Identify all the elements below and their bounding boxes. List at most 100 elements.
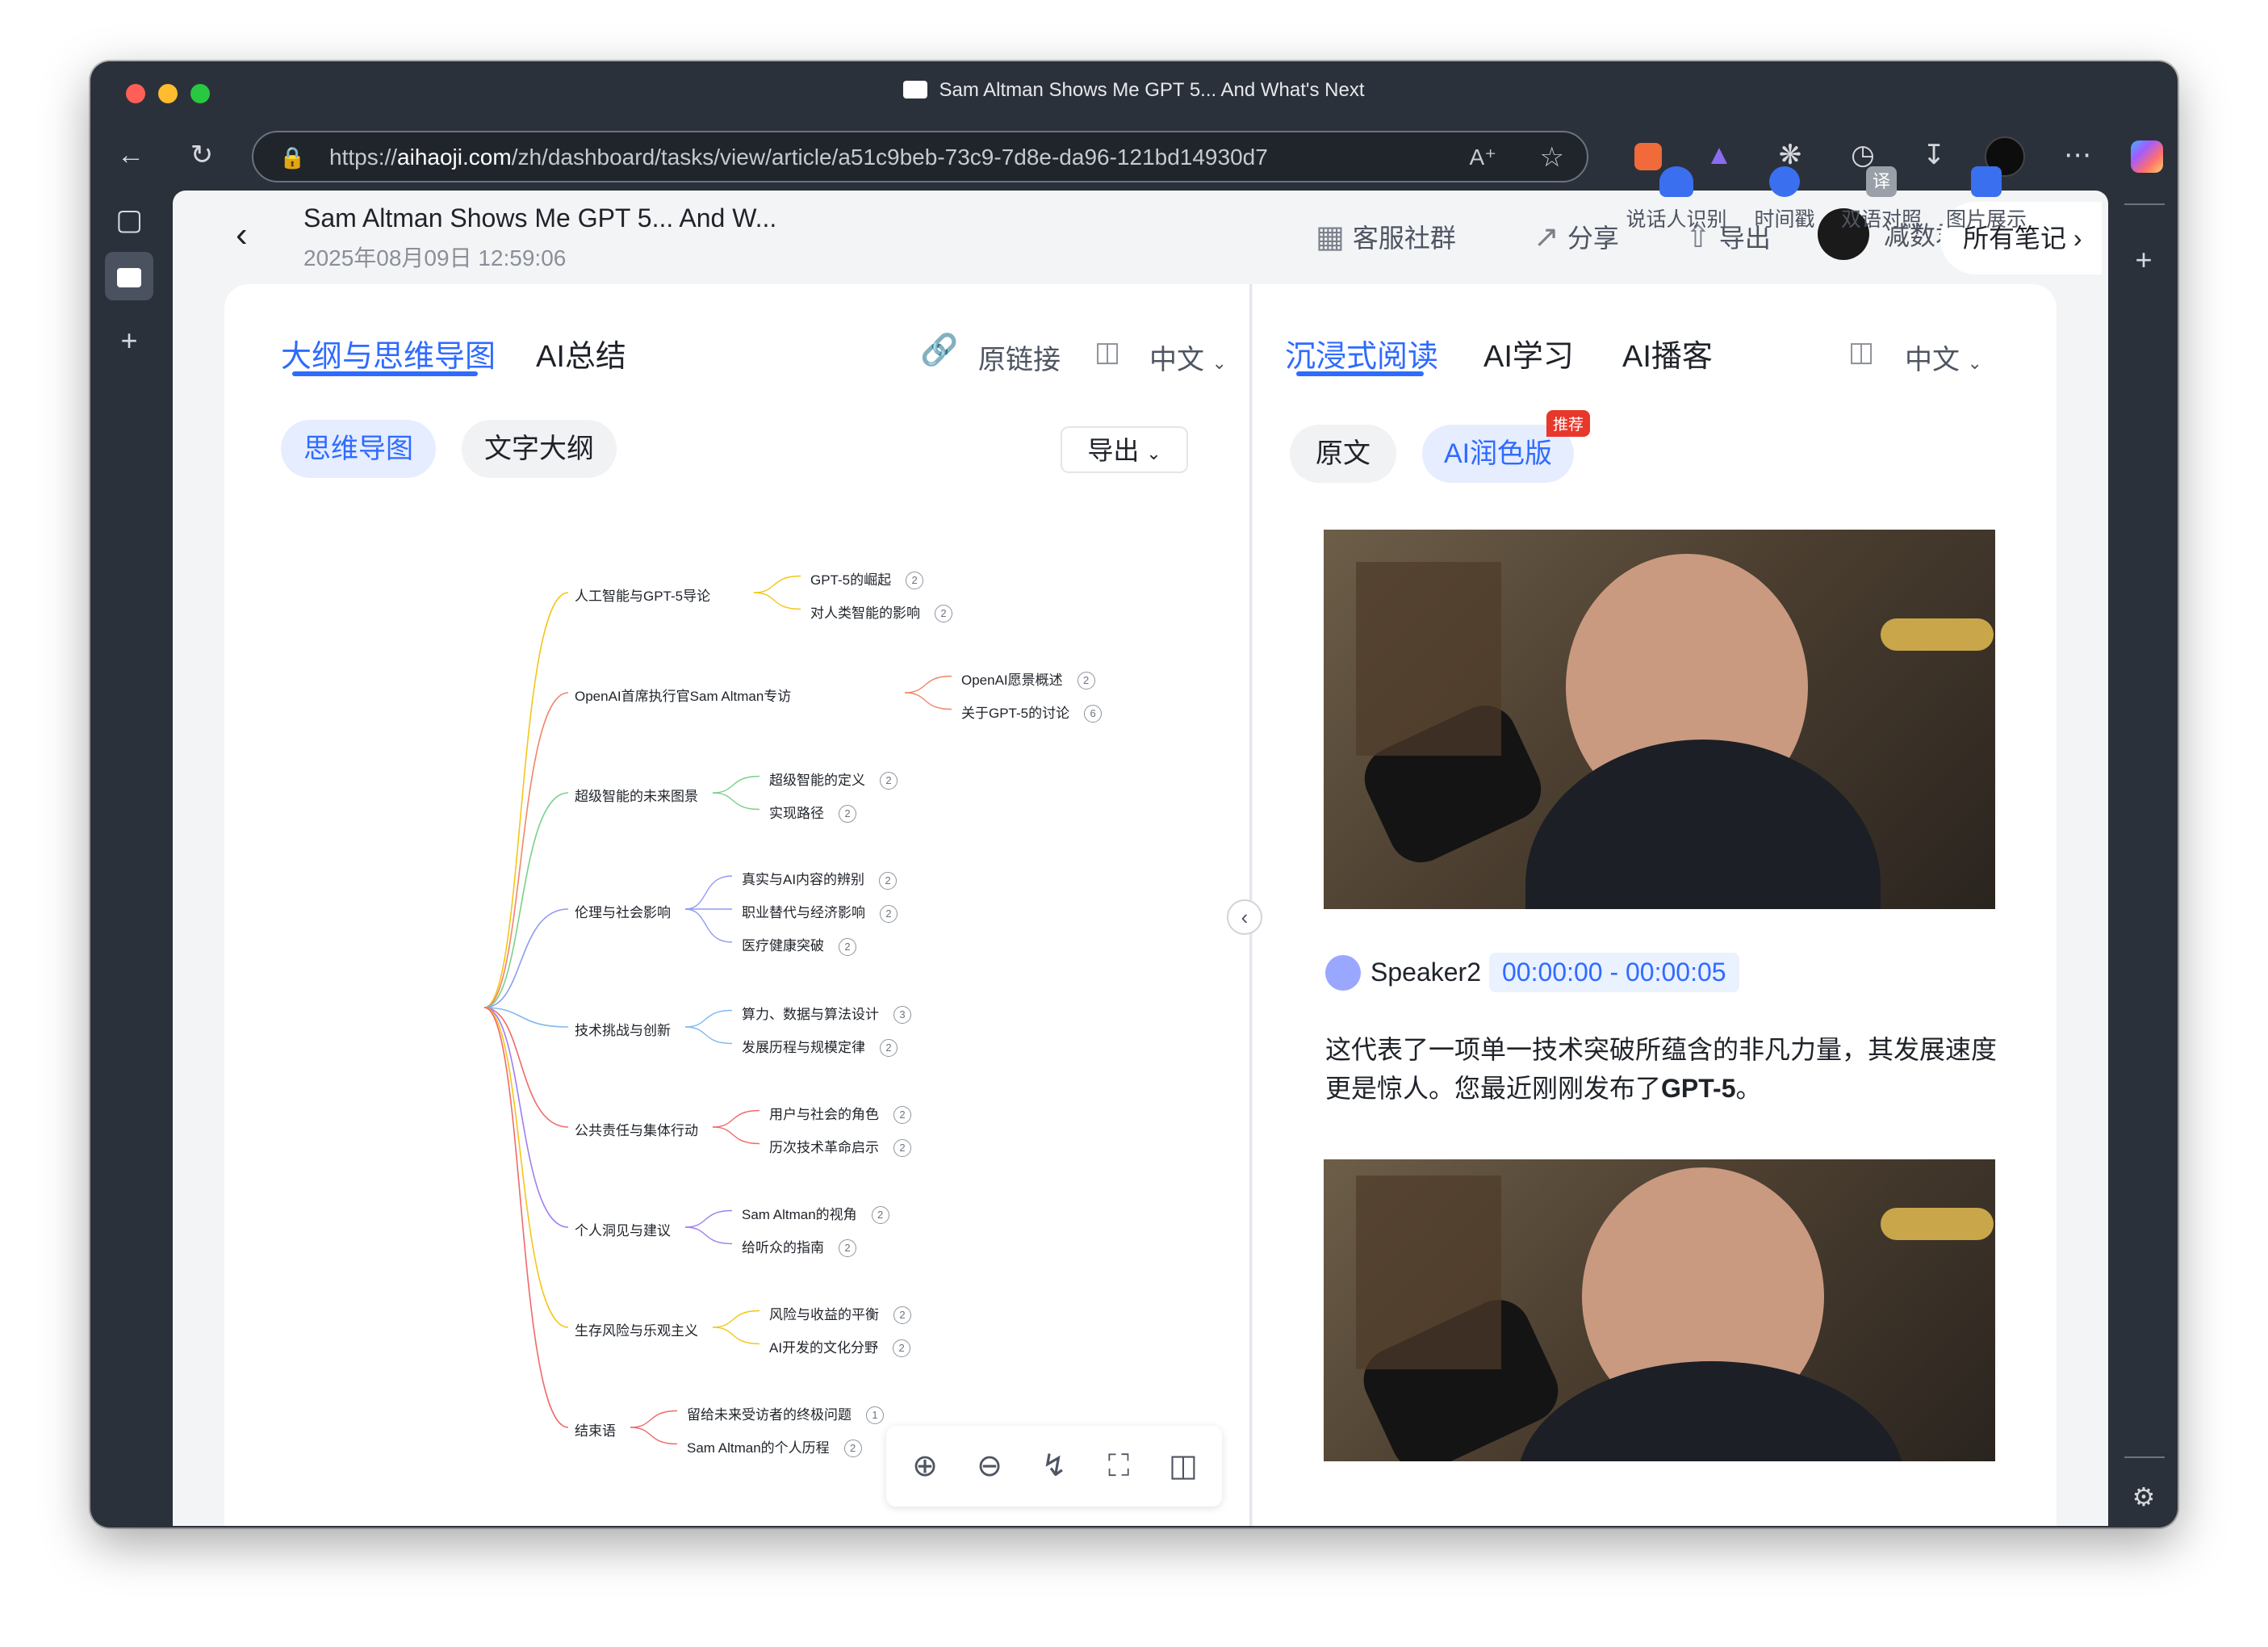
mindmap-child-node[interactable]: AI开发的文化分野 2	[769, 1336, 911, 1358]
right-active-tab-indicator	[1296, 371, 1424, 376]
count-badge[interactable]: 2	[839, 1239, 856, 1258]
count-badge[interactable]: 2	[893, 1106, 911, 1125]
mindmap-node[interactable]: 技术挑战与创新	[575, 1019, 671, 1039]
back-arrow-icon[interactable]: ←	[107, 131, 155, 179]
mindmap-node[interactable]: 人工智能与GPT-5导论	[575, 585, 710, 605]
mindmap-child-node[interactable]: OpenAI愿景概述 2	[961, 668, 1095, 690]
export-dropdown[interactable]: 导出 ⌄	[1061, 426, 1188, 473]
vertical-tab-aihaoji[interactable]	[105, 252, 153, 300]
left-language-select[interactable]: 中文 ⌄	[1149, 337, 1227, 377]
people-icon	[1659, 166, 1693, 197]
new-tab-icon[interactable]: +	[105, 316, 153, 365]
mindmap-child-line	[630, 1427, 678, 1445]
clock-icon	[1769, 166, 1800, 197]
mode-text-outline[interactable]: 文字大纲	[462, 420, 617, 478]
tab-ai-learning[interactable]: AI学习	[1483, 331, 1574, 375]
copilot-icon[interactable]	[2123, 131, 2171, 179]
mindmap-child-label: 给听众的指南	[742, 1239, 824, 1255]
count-badge[interactable]: 2	[880, 772, 898, 790]
original-link-button[interactable]: 原链接	[978, 337, 1061, 377]
mindmap-child-node[interactable]: Sam Altman的视角 2	[742, 1203, 889, 1225]
reload-icon[interactable]: ↻	[178, 131, 226, 179]
mindmap-node[interactable]: 个人洞见与建议	[575, 1219, 671, 1239]
favorite-star-icon[interactable]: ☆	[1540, 132, 1564, 182]
mindmap-child-node[interactable]: 发展历程与规模定律 2	[742, 1036, 898, 1058]
bilingual-tool[interactable]: 译双语对照	[1829, 166, 1934, 233]
mode-mindmap[interactable]: 思维导图	[281, 420, 436, 478]
count-badge[interactable]: 2	[935, 605, 952, 623]
count-badge[interactable]: 2	[839, 805, 856, 824]
add-sidebar-app-icon[interactable]: +	[2119, 236, 2168, 284]
count-badge[interactable]: 6	[1084, 705, 1103, 723]
tab-immersive-reading[interactable]: 沉浸式阅读	[1285, 331, 1438, 375]
mindmap-child-line	[684, 1026, 733, 1045]
count-badge[interactable]: 2	[880, 1039, 898, 1058]
mindmap-child-node[interactable]: Sam Altman的个人历程 2	[687, 1436, 862, 1458]
back-chevron-icon[interactable]: ‹	[236, 215, 248, 255]
count-badge[interactable]: 2	[893, 1339, 911, 1358]
mindmap-child-node[interactable]: 实现路径 2	[769, 802, 856, 824]
count-badge[interactable]: 2	[843, 1440, 862, 1458]
count-badge[interactable]: 2	[906, 572, 924, 590]
mode-original[interactable]: 原文	[1290, 425, 1396, 483]
settings-gear-icon[interactable]: ⚙	[2119, 1473, 2168, 1521]
link-icon: 🔗	[920, 333, 959, 367]
zoom-out-icon[interactable]: ⊖	[972, 1448, 1007, 1484]
browser-tab[interactable]: Sam Altman Shows Me GPT 5... And What's …	[90, 79, 2178, 102]
mindmap-toolbar: ⊕ ⊖ ↯ ⛶ ◫	[886, 1426, 1222, 1507]
read-aloud-icon[interactable]: A⁺	[1470, 132, 1496, 182]
mindmap-node[interactable]: 伦理与社会影响	[575, 901, 671, 921]
mindmap-child-line	[753, 592, 801, 610]
mindmap-child-node[interactable]: 医疗健康突破 2	[742, 934, 856, 956]
fullscreen-icon[interactable]: ⛶	[1101, 1448, 1136, 1484]
zoom-in-icon[interactable]: ⊕	[907, 1448, 943, 1484]
mindmap-node[interactable]: OpenAI首席执行官Sam Altman专访	[575, 685, 791, 705]
mindmap-child-node[interactable]: 对人类智能的影响 2	[810, 601, 952, 623]
speaker-identify-tool[interactable]: 说话人识别	[1624, 166, 1729, 233]
count-badge[interactable]: 2	[893, 1139, 911, 1158]
site-favicon-icon	[903, 80, 928, 98]
more-menu-icon[interactable]: ⋯	[2053, 131, 2102, 179]
community-button[interactable]: ▦ 客服社群	[1316, 218, 1456, 255]
count-badge[interactable]: 1	[866, 1406, 884, 1425]
count-badge[interactable]: 3	[893, 1006, 911, 1025]
mindmap-child-node[interactable]: 留给未来受访者的终极问题 1	[687, 1403, 884, 1425]
count-badge[interactable]: 2	[879, 871, 898, 890]
count-badge[interactable]: 2	[893, 1306, 911, 1325]
mindmap-child-line	[712, 775, 760, 794]
mindmap-node[interactable]: 公共责任与集体行动	[575, 1119, 698, 1139]
mindmap-node[interactable]: 超级智能的未来图景	[575, 785, 698, 805]
image-display-tool[interactable]: 图片展示	[1934, 166, 2039, 233]
count-badge[interactable]: 2	[871, 1206, 889, 1225]
mindmap-child-node[interactable]: 超级智能的定义 2	[769, 769, 898, 790]
mindmap-child-node[interactable]: 职业替代与经济影响 2	[742, 901, 898, 923]
address-bar[interactable]: 🔒 https://aihaoji.com/zh/dashboard/tasks…	[252, 131, 1588, 182]
timestamp-tool[interactable]: 时间戳	[1732, 166, 1837, 233]
mindmap-child-node[interactable]: 关于GPT-5的讨论 6	[961, 702, 1103, 723]
collapse-icon[interactable]: ↯	[1036, 1448, 1072, 1484]
mindmap-child-node[interactable]: GPT-5的崛起 2	[810, 568, 924, 590]
right-language-select[interactable]: 中文 ⌄	[1905, 337, 1982, 377]
mindmap-child-label: Sam Altman的个人历程	[687, 1440, 830, 1456]
mindmap-node[interactable]: 结束语	[575, 1419, 616, 1440]
mindmap-child-line	[753, 575, 801, 593]
tab-actions-icon[interactable]: ▢	[105, 195, 153, 244]
timestamp-badge[interactable]: 00:00:00 - 00:00:05	[1488, 953, 1739, 992]
count-badge[interactable]: 2	[880, 904, 898, 923]
mindmap-child-node[interactable]: 给听众的指南 2	[742, 1236, 856, 1258]
mindmap-child-node[interactable]: 风险与收益的平衡 2	[769, 1303, 911, 1325]
mindmap-child-node[interactable]: 算力、数据与算法设计 3	[742, 1003, 911, 1025]
share-button[interactable]: ↗ 分享	[1534, 218, 1619, 255]
count-badge[interactable]: 2	[839, 937, 856, 956]
mindmap-child-node[interactable]: 用户与社会的角色 2	[769, 1103, 911, 1125]
speaker-name: Speaker2	[1370, 958, 1481, 987]
mindmap-node[interactable]: 生存风险与乐观主义	[575, 1319, 698, 1339]
tab-ai-podcast[interactable]: AI播客	[1622, 331, 1713, 375]
sidebar-toggle-icon[interactable]: ◫	[1165, 1448, 1201, 1484]
tab-ai-summary[interactable]: AI总结	[536, 331, 626, 375]
collapse-panel-button[interactable]: ‹	[1227, 899, 1262, 935]
count-badge[interactable]: 2	[1077, 672, 1095, 690]
tab-outline-mindmap[interactable]: 大纲与思维导图	[281, 331, 496, 375]
mindmap-child-node[interactable]: 历次技术革命启示 2	[769, 1136, 911, 1158]
mindmap-child-node[interactable]: 真实与AI内容的辨别 2	[742, 868, 898, 890]
